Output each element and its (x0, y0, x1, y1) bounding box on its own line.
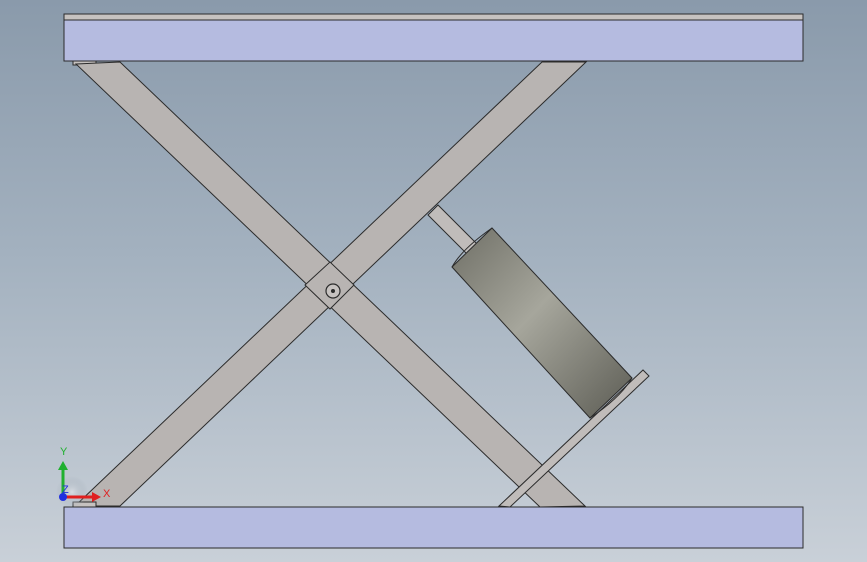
z-axis-label: Z (62, 484, 69, 496)
y-axis-label: Y (60, 446, 68, 458)
y-arrow-head-icon (58, 461, 68, 470)
coordinate-triad: Y X Z (56, 446, 111, 508)
graphics-viewport[interactable]: Y X Z (0, 0, 867, 562)
top-platform[interactable] (63, 13, 804, 62)
bottom-base[interactable] (63, 506, 804, 549)
x-axis-label: X (103, 488, 111, 500)
center-pivot-pin[interactable] (325, 283, 341, 299)
scissor-lift-model[interactable]: Y X Z (0, 0, 867, 562)
hydraulic-cylinder[interactable] (451, 227, 633, 419)
